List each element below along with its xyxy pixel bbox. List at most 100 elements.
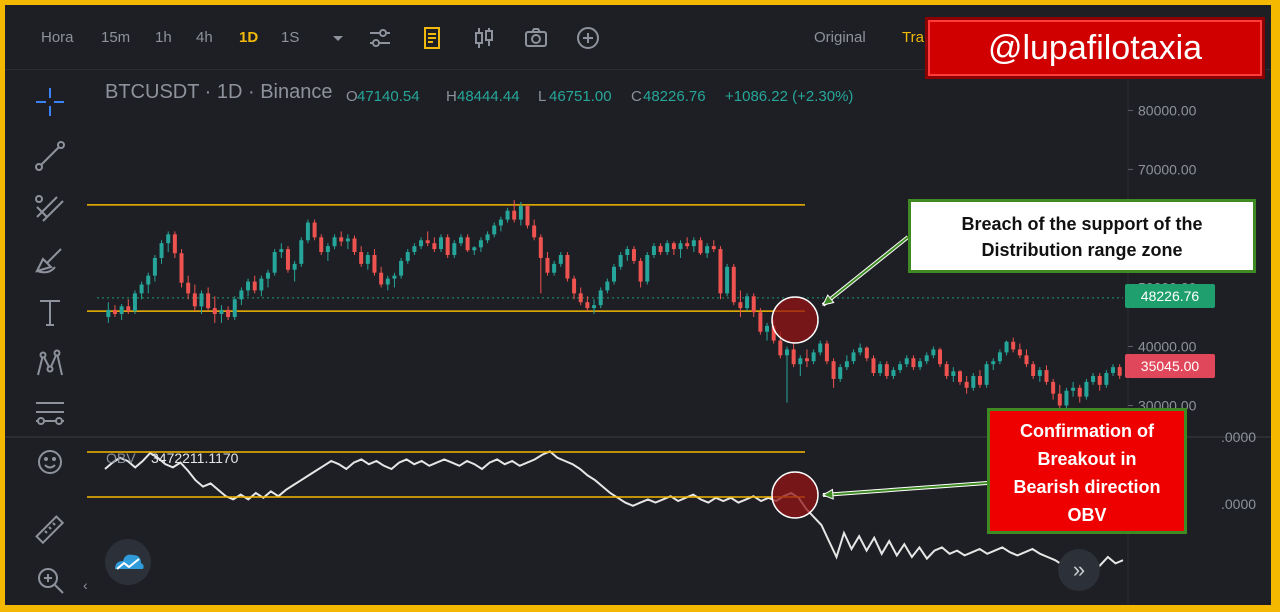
price-axis-label: 40000.00 <box>1138 338 1197 354</box>
tradingview-logo-button[interactable] <box>105 539 151 585</box>
candle-body <box>252 281 257 291</box>
candle-body <box>911 358 916 368</box>
candle-body <box>991 361 996 365</box>
candle <box>365 252 370 270</box>
candle-body <box>871 358 876 374</box>
ohlc-low-label: L <box>538 88 546 105</box>
scroll-to-realtime-button[interactable]: » <box>1058 549 1100 591</box>
candle-body <box>345 238 350 242</box>
candle-body <box>359 252 364 264</box>
candle-body <box>725 266 730 294</box>
obv-breakout-marker <box>771 471 819 519</box>
candle-body <box>678 243 683 250</box>
candle-body <box>186 282 191 294</box>
candle-body <box>552 263 557 273</box>
candle-body <box>898 364 903 371</box>
obv-axis-partial-label: .0000 <box>1221 496 1256 512</box>
candle <box>425 231 430 247</box>
candle-body <box>132 293 137 312</box>
candle-body <box>784 349 789 356</box>
candle-body <box>691 240 696 247</box>
candle <box>412 243 417 255</box>
candle <box>439 234 444 253</box>
candle-body <box>478 240 483 248</box>
candle-body <box>585 302 590 309</box>
candle <box>139 281 144 300</box>
candle-body <box>452 243 457 255</box>
candle-body <box>964 381 969 388</box>
candle-body <box>106 309 111 317</box>
candle <box>458 234 463 247</box>
candle-body <box>1084 381 1089 397</box>
candle-body <box>631 249 636 261</box>
candle <box>1011 337 1016 353</box>
candle <box>452 240 457 258</box>
candle <box>572 275 577 300</box>
candle-body <box>1031 364 1036 376</box>
candle <box>938 347 943 368</box>
candle <box>465 234 470 253</box>
candle <box>878 361 883 376</box>
candle <box>784 346 789 403</box>
candle <box>379 266 384 288</box>
candle <box>1111 364 1116 376</box>
candle <box>924 352 929 365</box>
candle <box>731 263 736 306</box>
candle <box>791 343 796 368</box>
candle-body <box>465 237 470 251</box>
candle <box>419 237 424 250</box>
candle-body <box>904 358 909 365</box>
candle-body <box>658 246 663 253</box>
candle-body <box>671 243 676 250</box>
candle <box>1084 378 1089 400</box>
candle <box>339 231 344 247</box>
candle <box>319 234 324 255</box>
candle-body <box>412 246 417 253</box>
candle-body <box>971 375 976 388</box>
candle-body <box>279 249 284 253</box>
candle-body <box>878 364 883 374</box>
candle <box>578 287 583 306</box>
candle <box>146 272 151 294</box>
candle <box>798 355 803 376</box>
candle <box>977 370 982 388</box>
candle <box>252 275 257 294</box>
candle-body <box>246 281 251 291</box>
candle-body <box>472 247 477 251</box>
candle-body <box>445 237 450 255</box>
candle-body <box>811 352 816 362</box>
candle <box>226 306 231 320</box>
candle <box>984 361 989 388</box>
candle-body <box>578 293 583 303</box>
candle <box>492 222 497 238</box>
chevron-left-icon[interactable]: ‹ <box>83 577 88 593</box>
candle <box>1064 387 1069 409</box>
candle <box>305 219 310 244</box>
chart-window: Hora 15m 1h 4h 1D 1S Original Tra 300000… <box>5 5 1271 605</box>
candle <box>352 235 357 255</box>
support-breach-marker <box>771 296 819 344</box>
candle-body <box>831 361 836 379</box>
candle <box>1017 343 1022 359</box>
candle <box>1104 370 1109 388</box>
callout-obv-line-2: Breakout in <box>1037 449 1137 469</box>
candle <box>612 263 616 285</box>
candle-body <box>259 278 264 291</box>
candle <box>991 358 996 371</box>
candle-body <box>139 284 144 294</box>
obv-axis-partial-label: .0000 <box>1221 429 1256 445</box>
candle <box>498 216 503 232</box>
candle <box>478 237 483 253</box>
author-watermark: @lupafilotaxia <box>925 17 1265 79</box>
candle-body <box>751 296 756 313</box>
candle-body <box>432 243 437 250</box>
candle <box>266 269 271 288</box>
candle <box>645 252 650 285</box>
candle <box>538 234 543 294</box>
last-price-tag: 35045.00 <box>1125 354 1215 378</box>
cloud-logo-icon <box>115 554 144 570</box>
callout-obv-line-1: Confirmation of <box>1020 421 1154 441</box>
candle-body <box>944 364 949 376</box>
candle <box>931 346 936 359</box>
candle-body <box>299 240 304 264</box>
